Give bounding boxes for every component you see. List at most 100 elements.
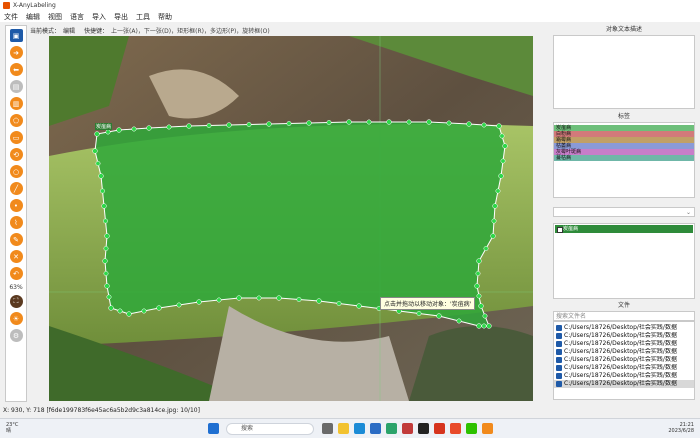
menu-file[interactable]: 文件 [4, 12, 18, 22]
polygon-vertex[interactable] [482, 313, 488, 319]
polygon-vertex[interactable] [481, 323, 487, 329]
polygon-vertex[interactable] [106, 294, 112, 300]
polygon-vertex[interactable] [186, 123, 192, 129]
system-clock[interactable]: 21:21 2023/6/28 [668, 422, 694, 434]
polygon-vertex[interactable] [296, 297, 302, 302]
object-item[interactable]: 炭疽病 [555, 225, 693, 233]
polygon-vertex[interactable] [496, 123, 502, 129]
polygon-vertex[interactable] [94, 131, 100, 137]
file-item[interactable]: C:/Users/18726/Desktop/社会实践/数据 [554, 356, 694, 364]
polygon-vertex[interactable] [286, 121, 292, 126]
polygon-vertex[interactable] [103, 246, 109, 251]
polygon-vertex[interactable] [478, 303, 484, 309]
rectangle-icon[interactable]: ▭ [9, 131, 23, 144]
polygon-vertex[interactable] [406, 119, 412, 125]
polygon-vertex[interactable] [196, 299, 202, 305]
polygon-vertex[interactable] [100, 188, 105, 194]
weather-widget[interactable]: 23°C 晴 [6, 422, 18, 434]
app-red-icon[interactable] [402, 423, 413, 434]
app-green-icon[interactable] [386, 423, 397, 434]
polygon-vertex[interactable] [316, 298, 322, 304]
polygon-vertex[interactable] [416, 311, 422, 316]
polygon-vertex[interactable] [141, 308, 147, 314]
polygon-vertex[interactable] [492, 203, 498, 209]
polygon-vertex[interactable] [256, 295, 262, 301]
polygon-vertex[interactable] [495, 188, 501, 194]
prev-icon[interactable]: ⬅ [9, 63, 23, 76]
wps-icon[interactable] [434, 423, 445, 434]
polygon-vertex[interactable] [266, 121, 272, 127]
polygon-vertex[interactable] [176, 302, 182, 308]
xanylabeling-task-icon[interactable] [482, 423, 493, 434]
file-search-input[interactable]: 搜索文件名 [553, 311, 695, 321]
description-text[interactable] [553, 35, 695, 109]
file-item[interactable]: C:/Users/18726/Desktop/社会实践/数据 [554, 340, 694, 348]
polygon-vertex[interactable] [386, 119, 392, 125]
polygon-vertex[interactable] [436, 313, 442, 319]
menu-tools[interactable]: 工具 [136, 12, 150, 22]
polygon-vertex[interactable] [500, 158, 506, 164]
polygon-vertex[interactable] [326, 120, 332, 125]
polygon-vertex[interactable] [366, 119, 372, 125]
polygon-vertex[interactable] [476, 258, 482, 264]
polygon-vertex[interactable] [103, 218, 108, 224]
polygon-vertex[interactable] [486, 323, 492, 329]
menu-import[interactable]: 导入 [92, 12, 106, 22]
polygon-vertex[interactable] [206, 123, 212, 128]
polygon-vertex[interactable] [474, 283, 480, 289]
polygon-vertex[interactable] [491, 218, 497, 224]
polygon-vertex[interactable] [483, 246, 489, 251]
polygon-vertex[interactable] [126, 311, 132, 317]
next-icon[interactable]: ➜ [9, 46, 23, 59]
polygon-vertex[interactable] [446, 120, 452, 126]
store-icon[interactable] [370, 423, 381, 434]
cancel-icon[interactable]: ✕ [9, 250, 23, 263]
polygon-vertex[interactable] [236, 295, 242, 301]
line-icon[interactable]: ╱ [9, 182, 23, 195]
label-item[interactable]: 蔓枯病 [554, 155, 694, 161]
polygon-vertex[interactable] [95, 161, 101, 166]
label-dropdown[interactable]: ⌄ [553, 207, 695, 217]
menu-export[interactable]: 导出 [114, 12, 128, 22]
taskbar-search[interactable]: 搜索 [226, 423, 314, 435]
task-view-icon[interactable] [322, 423, 333, 434]
polygon-vertex[interactable] [92, 148, 98, 154]
polygon-vertex[interactable] [481, 122, 487, 128]
menu-edit[interactable]: 编辑 [26, 12, 40, 22]
wechat-icon[interactable] [466, 423, 477, 434]
polygon-vertex[interactable] [103, 271, 109, 276]
polygon-vertex[interactable] [166, 124, 172, 130]
menu-view[interactable]: 视图 [48, 12, 62, 22]
file-item[interactable]: C:/Users/18726/Desktop/社会实践/数据 [554, 324, 694, 332]
polygon-vertex[interactable] [101, 203, 107, 209]
delete-file-icon[interactable]: ▥ [9, 97, 23, 110]
rotate-icon[interactable]: ⟲ [9, 148, 23, 161]
polygon-vertex[interactable] [476, 323, 482, 329]
polygon-vertex[interactable] [456, 318, 462, 324]
polygon-vertex[interactable] [116, 127, 122, 133]
file-item[interactable]: C:/Users/18726/Desktop/社会实践/数据 [554, 348, 694, 356]
polygon-vertex[interactable] [104, 233, 110, 239]
polygon-vertex[interactable] [306, 120, 312, 126]
polygon-vertex[interactable] [475, 271, 481, 276]
app-dark-icon[interactable] [418, 423, 429, 434]
polygon-vertex[interactable] [98, 173, 104, 179]
settings-icon[interactable]: ⚙ [9, 329, 23, 342]
polygon-vertex[interactable] [499, 133, 505, 139]
app-orange-icon[interactable] [450, 423, 461, 434]
polygon-vertex[interactable] [502, 143, 508, 149]
circle-icon[interactable]: ○ [9, 165, 23, 178]
file-explorer-icon[interactable] [338, 423, 349, 434]
brightness-icon[interactable]: ☀ [9, 312, 23, 325]
save-icon[interactable]: ▤ [9, 80, 23, 93]
edit-icon[interactable]: ✎ [9, 233, 23, 246]
polygon-vertex[interactable] [336, 301, 342, 306]
polygon-vertex[interactable] [476, 293, 482, 299]
polygon-vertex[interactable] [490, 233, 496, 239]
linestrip-icon[interactable]: ⌇ [9, 216, 23, 229]
polygon-vertex[interactable] [498, 173, 504, 179]
fit-window-icon[interactable]: ⛶ [9, 295, 23, 308]
edge-icon[interactable] [354, 423, 365, 434]
polygon-vertex[interactable] [346, 119, 352, 125]
polygon-vertex[interactable] [246, 122, 252, 127]
